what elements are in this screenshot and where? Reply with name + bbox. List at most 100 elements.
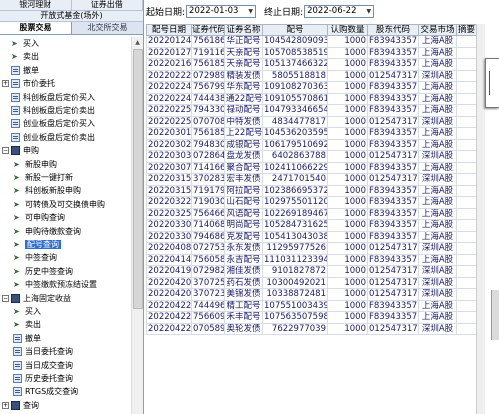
table-cell: 上海A股 (418, 230, 457, 243)
table-row[interactable]: 20220422 070589 奥轮发债 7622977039 1000 01254731… (146, 322, 477, 335)
tree-item[interactable]: 当日委托查询 (13, 345, 73, 358)
table-cell: 上22配号 (224, 127, 263, 140)
table-cell: 禾丰配号 (224, 311, 263, 324)
table-row[interactable]: 20220315 370283 宏丰发债 2471701540 1000 01254731… (146, 173, 477, 186)
table-row[interactable]: 20220419 072982 湘佳发债 9101827872 1000 01254731… (146, 265, 477, 278)
arrow-icon: ➤ (11, 52, 18, 62)
table-scrollbar[interactable] (476, 24, 485, 414)
column-header[interactable]: 摘要 (456, 24, 477, 36)
start-date-picker[interactable]: 2022-01-03 ▼ (186, 4, 257, 18)
table-row[interactable]: 20220222 072989 精装发债 5805518818 1000 01254731… (146, 69, 477, 82)
tree-item[interactable]: ➤ 可申购查询 (13, 211, 65, 224)
column-header[interactable]: 配号日期 (146, 24, 192, 36)
table-row[interactable]: 20220325 756466 风语配号 102269189467 1000 F83943… (146, 207, 477, 220)
table-row[interactable]: 20220322 719030 山石配号 102975501120 1000 F83943… (146, 196, 477, 209)
column-header[interactable]: 认购数量 (327, 24, 368, 36)
tree-item[interactable]: RTGS成交查询 (13, 385, 78, 398)
tree-scrollbar[interactable]: ▲ (131, 37, 143, 414)
expander-icon[interactable]: − (2, 294, 9, 302)
table-row[interactable]: 20220420 370725 药石发债 10300492021 1000 0125473… (146, 276, 477, 289)
link-open-fund[interactable]: 开放式基金(场外) (0, 11, 143, 22)
column-header[interactable]: 交易市场 (418, 24, 457, 36)
tree-item[interactable]: + 市价委托 (2, 77, 55, 90)
table-cell (456, 265, 477, 278)
tree-item[interactable]: ➤ 新股一键打新 (13, 171, 73, 184)
table-row[interactable]: 20220422 756609 禾丰配号 107563507598 1000 F83943… (146, 311, 477, 324)
tree-item[interactable]: ➤ 买入 (13, 305, 41, 318)
table-cell (456, 230, 477, 243)
table-cell: 1000 (327, 253, 368, 266)
scrollbar-thumb[interactable] (133, 49, 143, 309)
expander-icon[interactable]: − (2, 147, 9, 155)
chevron-down-icon[interactable]: ▼ (366, 8, 371, 15)
table-cell: 0125473176 (367, 322, 419, 335)
tree-item[interactable]: 创业板盘后定价买入 (2, 117, 95, 130)
tree-item[interactable]: + 查询 (2, 399, 39, 412)
tree-item-label: 撤单 (25, 333, 41, 343)
table-row[interactable]: 20220225 070708 中特发债 4834477817 1000 01254731… (146, 115, 477, 128)
tree-item[interactable]: ➤ 新股申购 (13, 158, 57, 171)
tree-item[interactable]: ➤ 申购待缴款查询 (13, 225, 81, 238)
table-cell (456, 253, 477, 266)
tree-item-label: 科创板盘后定价卖出 (23, 106, 95, 115)
table-row[interactable]: 20220216 756185 天亲配号 105137466322 1000 F83943… (146, 58, 477, 71)
table-row[interactable]: 20220330 794686 克发配号 105413043038 1000 F83943… (146, 230, 477, 243)
table-row[interactable]: 20220330 714068 明尚配号 105284731625 1000 F83943… (146, 219, 477, 232)
document-icon (13, 347, 22, 357)
tree-item[interactable]: 创业板盘后定价卖出 (2, 131, 95, 144)
scroll-up-icon[interactable]: ▲ (132, 37, 143, 48)
table-cell: 20220225 (146, 104, 192, 117)
table-row[interactable]: 20220414 756058 永吉配号 111031123394 1000 F83943… (146, 253, 477, 266)
table-row[interactable]: 20220315 719179 阿拉配号 102386695372 1000 F83943… (146, 184, 477, 197)
table-cell: 1000 (327, 276, 368, 289)
table-row[interactable]: 20220302 794830 成银配号 106179510692 1000 F83943… (146, 138, 477, 151)
chevron-down-icon[interactable]: ▼ (248, 8, 253, 15)
table-row[interactable]: 20220408 072753 永东发债 11295977526 1000 0125473… (146, 242, 477, 255)
column-header[interactable]: 证券名称 (224, 24, 263, 36)
tree-item[interactable]: − 上海固定收益 (2, 292, 71, 305)
tree-item[interactable]: − 申购 (2, 144, 39, 157)
table-row[interactable]: 20220301 756185 上22配号 104536203595 1000 F8394… (146, 127, 477, 140)
tree-item[interactable]: 当日成交查询 (13, 359, 73, 372)
tab-bse-trading[interactable]: 北交所交易 (72, 22, 143, 34)
tree-item[interactable]: 撤单 (2, 64, 39, 77)
expander-icon[interactable]: + (2, 80, 9, 88)
table-row[interactable]: 20220224 756799 华东配号 109108270363 1000 F83943… (146, 81, 477, 94)
table-row[interactable]: 20220225 794330 禄动配号 104793346654 1000 F83943… (146, 104, 477, 117)
tree-item[interactable]: 撤单 (13, 332, 41, 345)
table-row[interactable]: 20220224 744438 通22配号 109105570861 1000 F8394… (146, 92, 477, 105)
tree-item[interactable]: ➤ 科创板新股申购 (13, 184, 81, 197)
table-row[interactable]: 20220127 719116 天亲配号 105708538519 1000 F83943… (146, 46, 477, 59)
tree-item[interactable]: ➤ 历史中签查询 (13, 265, 73, 278)
tree-item[interactable]: ➤ 卖出 (13, 318, 41, 331)
tree-item[interactable]: ➤ 中签缴款预冻结设置 (13, 278, 97, 291)
expander-icon[interactable]: + (2, 401, 9, 409)
table-cell: 756185 (191, 58, 225, 71)
table-row[interactable]: 20220422 744496 精工配号 107551003439 1000 F83943… (146, 299, 477, 312)
link-yinhe-licai[interactable]: 银河理财 (0, 0, 72, 10)
tree-item[interactable]: ➤ 可转债及可交换债申购 (13, 198, 105, 211)
table-row[interactable]: 20220303 072864 盘龙发债 6402863788 1000 01254731… (146, 150, 477, 163)
table-cell: 0125473176 (367, 242, 419, 255)
tree-item[interactable]: 科创板盘后定价卖出 (2, 104, 95, 117)
tree-item[interactable]: ➤ 中签查询 (13, 251, 57, 264)
floating-panel-edge-lower[interactable] (491, 290, 499, 340)
table-cell: 072753 (191, 242, 225, 255)
end-date-picker[interactable]: 2022-06-22 ▼ (304, 4, 375, 18)
table-row[interactable]: 20220307 714166 聚合配号 102411066229 1000 F83943… (146, 161, 477, 174)
tree-item[interactable]: ➤ 配号查询 (13, 238, 61, 251)
table-row[interactable]: 20220420 370723 美锦发债 10338872481 1000 0125473… (146, 288, 477, 301)
tree-item[interactable]: 历史委托查询 (13, 372, 73, 385)
tab-stock-trading[interactable]: 股票交易 (0, 22, 72, 34)
column-header[interactable]: 股东代码 (367, 24, 419, 36)
tree-item[interactable]: 科创板盘后定价买入 (2, 91, 95, 104)
table-row[interactable]: 20220124 756186 华正配号 104542809093 1000 F83943… (146, 35, 477, 48)
column-header[interactable]: 证券代码 (191, 24, 225, 36)
table-cell: 714068 (191, 219, 225, 232)
floating-panel-edge[interactable] (485, 58, 499, 108)
tree-item[interactable]: ➤ 买入 (2, 37, 39, 50)
column-header[interactable]: 配号 (262, 24, 328, 36)
tree-item[interactable]: ➤ 卖出 (2, 50, 39, 63)
table-cell: 上海A股 (418, 46, 457, 59)
link-securities-lending[interactable]: 证券出借 (72, 0, 143, 10)
